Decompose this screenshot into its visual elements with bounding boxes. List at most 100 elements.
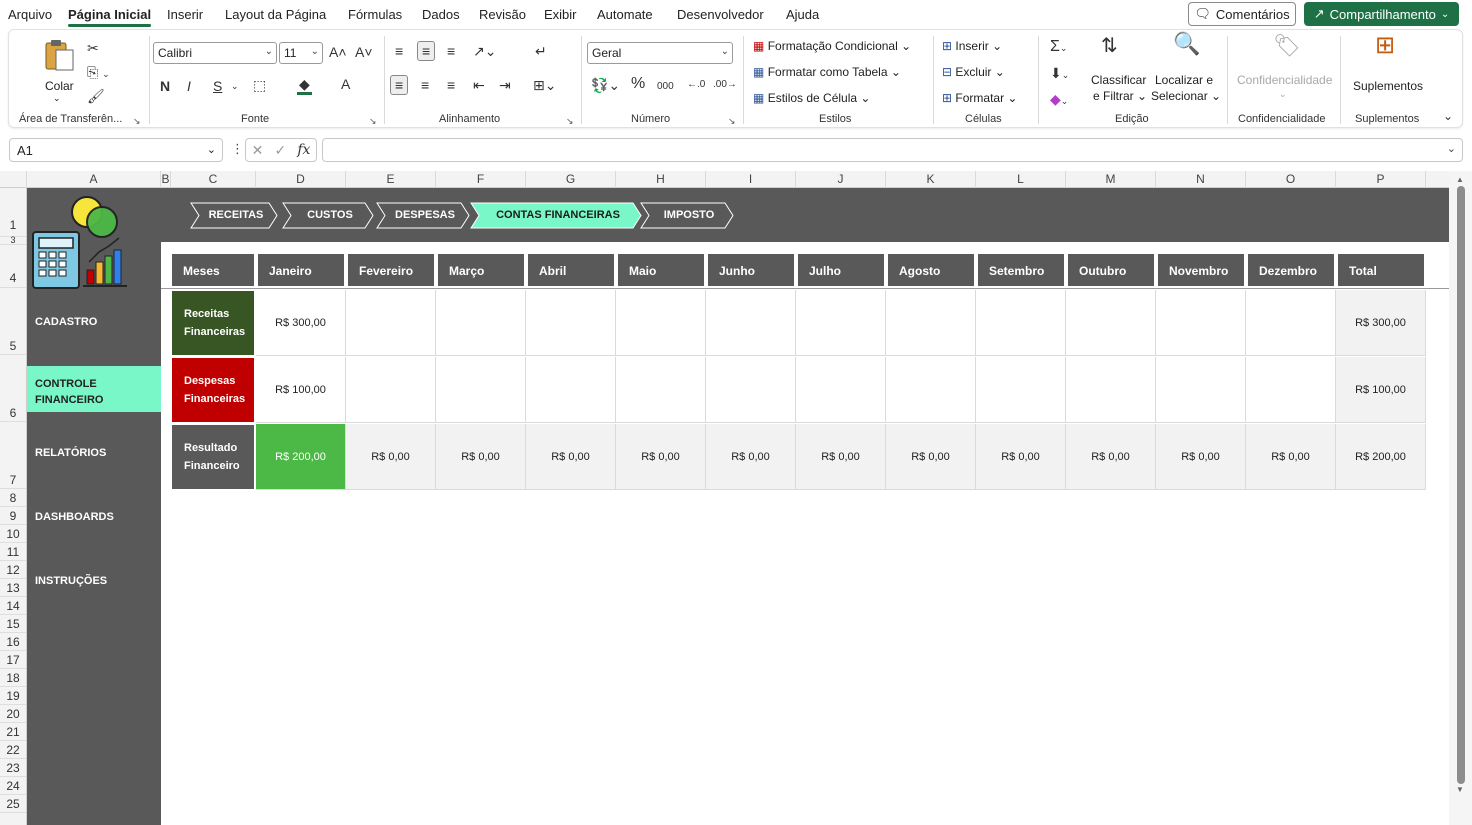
row-header[interactable]: 4 [0,245,26,288]
orientation-icon[interactable]: ↗⌄ [473,43,496,59]
table-header-month[interactable]: Julho [798,254,884,286]
table-header-total[interactable]: Total [1338,254,1424,286]
table-cell[interactable] [1246,290,1336,356]
col-header-e[interactable]: E [346,171,436,188]
row-label-receitas[interactable]: Receitas Financeiras [172,291,254,355]
table-cell[interactable]: R$ 100,00 [256,357,346,423]
scrollbar-thumb[interactable] [1457,186,1465,784]
delete-cells-button[interactable]: ⊟ Excluir ⌄ [942,65,1005,79]
name-box[interactable]: A1 ⌄ [9,138,223,162]
font-size-select[interactable]: 11 ⌄ [279,42,323,64]
table-cell[interactable] [526,357,616,423]
table-cell[interactable] [1156,290,1246,356]
col-header-a[interactable]: A [27,171,161,188]
align-top-icon[interactable]: ≡ [395,43,403,59]
table-cell[interactable]: R$ 0,00 [526,424,616,490]
menu-desenvolvedor[interactable]: Desenvolvedor [677,7,764,22]
fill-icon[interactable]: ⬇⌄ [1050,65,1069,83]
col-header-n[interactable]: N [1156,171,1246,188]
table-header-meses[interactable]: Meses [172,254,254,286]
table-cell-total[interactable]: R$ 100,00 [1336,357,1426,423]
fill-color-icon[interactable]: ◆ [297,76,312,95]
row-header[interactable]: 23 [0,759,26,777]
table-cell[interactable]: R$ 0,00 [796,424,886,490]
table-header-month[interactable]: Junho [708,254,794,286]
row-header[interactable]: 11 [0,543,26,561]
menu-exibir[interactable]: Exibir [544,7,577,22]
col-header-o[interactable]: O [1246,171,1336,188]
tab-imposto[interactable]: IMPOSTO [639,202,735,229]
table-cell[interactable]: R$ 0,00 [976,424,1066,490]
table-header-month[interactable]: Maio [618,254,704,286]
row-header[interactable]: 22 [0,741,26,759]
table-cell[interactable] [616,290,706,356]
col-header-d[interactable]: D [256,171,346,188]
table-header-month[interactable]: Outubro [1068,254,1154,286]
dialog-launcher-icon[interactable]: ↘ [728,116,736,127]
table-cell[interactable] [1066,290,1156,356]
row-label-despesas[interactable]: Despesas Financeiras [172,358,254,422]
table-header-month[interactable]: Agosto [888,254,974,286]
sidebar-item-controle-financeiro[interactable]: CONTROLE FINANCEIRO [27,366,161,412]
row-header[interactable]: 18 [0,669,26,687]
decrease-font-icon[interactable]: A˅ [355,44,373,60]
cut-icon[interactable]: ✂ [87,40,99,56]
menu-dados[interactable]: Dados [422,7,460,22]
menu-automate[interactable]: Automate [597,7,653,22]
decrease-decimal-icon[interactable]: .00→ [713,77,737,93]
sidebar-item-cadastro[interactable]: CADASTRO [27,316,161,328]
row-header[interactable]: 25 [0,795,26,813]
tab-despesas[interactable]: DESPESAS [375,202,471,229]
table-cell[interactable]: R$ 0,00 [616,424,706,490]
conditional-formatting-button[interactable]: ▦ Formatação Condicional ⌄ [753,39,911,53]
row-header[interactable]: 12 [0,561,26,579]
tab-receitas[interactable]: RECEITAS [189,202,279,229]
row-header[interactable]: 21 [0,723,26,741]
collapse-ribbon-icon[interactable]: ⌄ [1443,108,1453,124]
table-cell[interactable] [706,357,796,423]
table-cell[interactable] [346,357,436,423]
align-bottom-icon[interactable]: ≡ [447,43,455,59]
row-header[interactable]: 6 [0,355,26,422]
comments-button[interactable]: 🗨 Comentários [1188,2,1296,26]
table-cell[interactable] [796,290,886,356]
menu-arquivo[interactable]: Arquivo [8,7,52,22]
menu-formulas[interactable]: Fórmulas [348,7,402,22]
table-cell[interactable] [1066,357,1156,423]
row-header[interactable]: 16 [0,633,26,651]
row-header[interactable]: 19 [0,687,26,705]
number-format-select[interactable]: Geral ⌄ [587,42,733,64]
table-cell[interactable] [886,290,976,356]
table-cell[interactable] [1246,357,1336,423]
more-icon[interactable]: ⋮ [231,141,244,157]
menu-revisao[interactable]: Revisão [479,7,526,22]
table-cell[interactable] [976,290,1066,356]
table-cell-total[interactable]: R$ 200,00 [1336,424,1426,490]
percent-icon[interactable]: % [631,76,645,92]
table-header-month[interactable]: Abril [528,254,614,286]
menu-pagina-inicial[interactable]: Página Inicial [68,7,152,27]
table-cell[interactable]: R$ 0,00 [346,424,436,490]
bold-button[interactable]: N [160,78,170,94]
italic-button[interactable]: I [187,78,191,94]
row-header[interactable]: 10 [0,525,26,543]
merge-center-icon[interactable]: ⊞⌄ [533,77,556,93]
table-cell[interactable]: R$ 0,00 [706,424,796,490]
table-cell[interactable] [436,357,526,423]
row-header[interactable]: 14 [0,597,26,615]
row-header[interactable]: 5 [0,288,26,355]
table-cell[interactable] [886,357,976,423]
table-cell[interactable]: R$ 300,00 [256,290,346,356]
table-header-month[interactable]: Dezembro [1248,254,1334,286]
table-header-month[interactable]: Setembro [978,254,1064,286]
col-header-m[interactable]: M [1066,171,1156,188]
dialog-launcher-icon[interactable]: ↘ [369,116,377,127]
borders-icon[interactable]: ⬚ [253,77,266,93]
table-header-month[interactable]: Janeiro [258,254,344,286]
select-all-corner[interactable] [0,171,27,188]
fx-icon[interactable]: fx [297,142,310,158]
decrease-indent-icon[interactable]: ⇤ [473,77,485,93]
font-name-select[interactable]: Calibri ⌄ [153,42,277,64]
table-cell[interactable] [346,290,436,356]
row-header[interactable]: 13 [0,579,26,597]
